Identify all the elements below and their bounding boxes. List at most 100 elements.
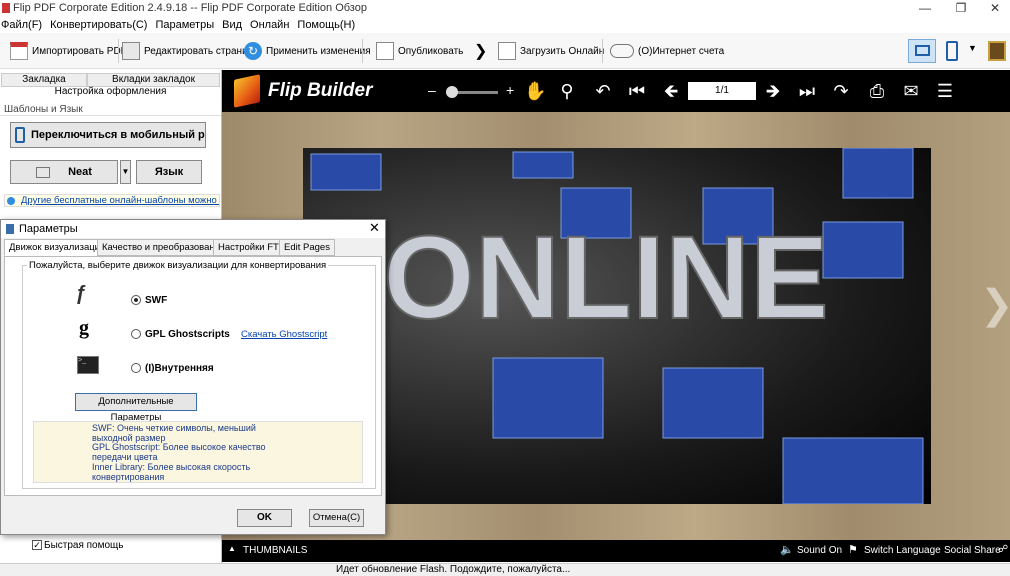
thumbnails-button[interactable]: THUMBNAILS <box>243 545 307 556</box>
next-arrow-icon[interactable]: ❯ <box>980 282 1010 328</box>
zoom-in-plus[interactable]: + <box>506 82 514 98</box>
minimize-button[interactable]: — <box>908 0 942 17</box>
dialog-app-icon <box>6 224 14 234</box>
menu-help[interactable]: Помощь(H) <box>293 17 359 33</box>
speaker-icon: 🔈 <box>780 544 794 556</box>
book-page-art: ONLINE <box>310 148 924 504</box>
publish-button[interactable]: Опубликовать <box>376 38 463 64</box>
info-icon <box>7 196 15 205</box>
maximize-button[interactable]: ❐ <box>944 0 978 17</box>
tab-panel: Пожалуйста, выберите движок визуализации… <box>4 256 382 496</box>
flip-toolbar: Flip Builder – + ✋ ⚲ ↶ ⏮ 🡸 1/1 🡺 ⏭ ↷ ⎙ ✉… <box>222 70 1010 112</box>
inner-library-radio[interactable] <box>131 363 141 373</box>
swf-radio[interactable] <box>131 295 141 305</box>
flip-logo-icon <box>234 74 260 108</box>
close-button[interactable]: ✕ <box>978 0 1010 17</box>
engine-info-box: SWF: Очень четкие символы, меньший выход… <box>33 421 363 483</box>
quick-help-checkbox[interactable]: ✓ <box>32 540 42 550</box>
templates-link-row: Другие бесплатные онлайн-шаблоны можно н <box>4 194 220 207</box>
social-share-button[interactable]: Social Share <box>944 545 1001 556</box>
theme-dropdown-icon[interactable]: ▼ <box>120 160 131 184</box>
menu-convert[interactable]: Конвертировать(C) <box>46 17 151 33</box>
menu-online[interactable]: Онлайн <box>246 17 293 33</box>
menu-settings[interactable]: Параметры <box>151 17 218 33</box>
refresh-icon: ↻ <box>244 42 262 60</box>
menu-icon[interactable]: ☰ <box>934 81 956 101</box>
hand-icon[interactable]: ✋ <box>524 81 546 101</box>
divider <box>118 39 119 63</box>
desktop-view-button[interactable] <box>908 39 936 63</box>
tab-bookmarks[interactable]: Вкладки закладок <box>87 73 220 87</box>
upload-icon <box>498 42 516 60</box>
language-button[interactable]: Язык <box>136 160 202 184</box>
divider <box>602 39 603 63</box>
menu-bar: Файл(F) Конвертировать(C) Параметры Вид Онла… <box>0 17 1010 33</box>
tab-edit-pages[interactable]: Edit Pages <box>279 239 335 256</box>
theme-button[interactable]: Neat <box>10 160 118 184</box>
flag-icon: ⚑ <box>848 544 858 556</box>
undo-icon[interactable]: ↶ <box>592 81 614 101</box>
publish-icon <box>376 42 394 60</box>
download-ghostscript-link[interactable]: Скачать Ghostscript <box>241 329 327 340</box>
inner-library-label: (I)Внутренняя б <box>145 363 217 374</box>
redo-icon[interactable]: ↷ <box>830 81 852 101</box>
toolbar: Импортировать PDF(I) Редактировать стран… <box>0 33 1010 69</box>
templates-heading: Шаблоны и Язык <box>4 104 83 115</box>
flash-icon: ƒ <box>75 283 87 305</box>
swf-label: SWF <box>145 295 168 306</box>
zoom-out-minus[interactable]: – <box>428 82 436 98</box>
terminal-icon: >_ <box>77 356 99 374</box>
divider <box>0 115 221 116</box>
monitor-icon <box>915 45 930 56</box>
menu-file[interactable]: Файл(F) <box>0 17 46 33</box>
status-bar: Идет обновление Flash. Подождите, пожалу… <box>0 563 1010 576</box>
switch-language-button[interactable]: Switch Language <box>864 545 941 556</box>
app-icon <box>2 3 10 13</box>
ghostscript-icon: g <box>79 317 89 339</box>
tab-quality[interactable]: Качество и преобразование <box>97 239 231 256</box>
apply-changes-button[interactable]: ↻ Применить изменения <box>244 38 371 64</box>
thumbnails-arrow-icon: ▲ <box>228 544 236 553</box>
sound-button[interactable]: Sound On <box>797 545 842 556</box>
chevron-right-icon: ❯ <box>474 43 488 60</box>
print-icon[interactable]: ⎙ <box>866 81 888 101</box>
edit-pages-button[interactable]: Редактировать страниц <box>122 38 253 64</box>
dialog-close-icon[interactable]: ✕ <box>369 220 380 236</box>
mobile-view-icon[interactable] <box>946 41 958 61</box>
quick-help-label: Быстрая помощь <box>44 540 124 551</box>
free-templates-link[interactable]: Другие бесплатные онлайн-шаблоны можно н <box>21 195 219 206</box>
settings-dialog: Параметры ✕ Движок визуализации Качество… <box>0 219 386 535</box>
title-bar: Flip PDF Corporate Edition 2.4.9.18 -- F… <box>0 0 1010 17</box>
gpl-radio[interactable] <box>131 329 141 339</box>
online-account-button[interactable]: (O)Интернет счета <box>610 38 724 64</box>
divider <box>362 39 363 63</box>
page-number-input[interactable]: 1/1 <box>688 82 756 100</box>
next-page-icon[interactable]: 🡺 <box>762 81 784 101</box>
tab-bookmark[interactable]: Закладка <box>1 73 87 87</box>
switch-mobile-button[interactable]: Переключиться в мобильный режи <box>10 122 206 148</box>
upload-online-button[interactable]: Загрузить Онлайн <box>498 38 604 64</box>
prev-page-icon[interactable]: 🡸 <box>660 81 682 101</box>
dropdown-arrow-icon[interactable]: ▼ <box>968 43 977 53</box>
edit-icon <box>122 42 140 60</box>
flip-logo-text: Flip Builder <box>268 80 373 101</box>
book-page-image[interactable]: ONLINE <box>303 148 931 504</box>
last-page-icon[interactable]: ⏭ <box>796 81 818 101</box>
window-title: Flip PDF Corporate Edition 2.4.9.18 -- F… <box>13 2 367 14</box>
share-icon: ☍ <box>998 544 1009 555</box>
pdf-icon <box>10 42 28 60</box>
tab-render-engine[interactable]: Движок визуализации <box>4 239 111 256</box>
online-3d-text: ONLINE <box>383 212 829 344</box>
cancel-button[interactable]: Отмена(C) <box>309 509 364 527</box>
first-page-icon[interactable]: ⏮ <box>626 81 648 101</box>
advanced-settings-button[interactable]: Дополнительные Параметры <box>75 393 197 423</box>
cloud-icon <box>610 44 634 58</box>
email-icon[interactable]: ✉ <box>900 81 922 101</box>
book-theme-icon[interactable] <box>988 41 1006 61</box>
zoom-icon[interactable]: ⚲ <box>556 81 578 101</box>
zoom-slider-thumb[interactable] <box>446 86 458 98</box>
dialog-title: Параметры <box>19 223 78 235</box>
ok-button[interactable]: OK <box>237 509 292 527</box>
status-text: Идет обновление Flash. Подождите, пожалу… <box>336 564 571 575</box>
menu-view[interactable]: Вид <box>218 17 246 33</box>
